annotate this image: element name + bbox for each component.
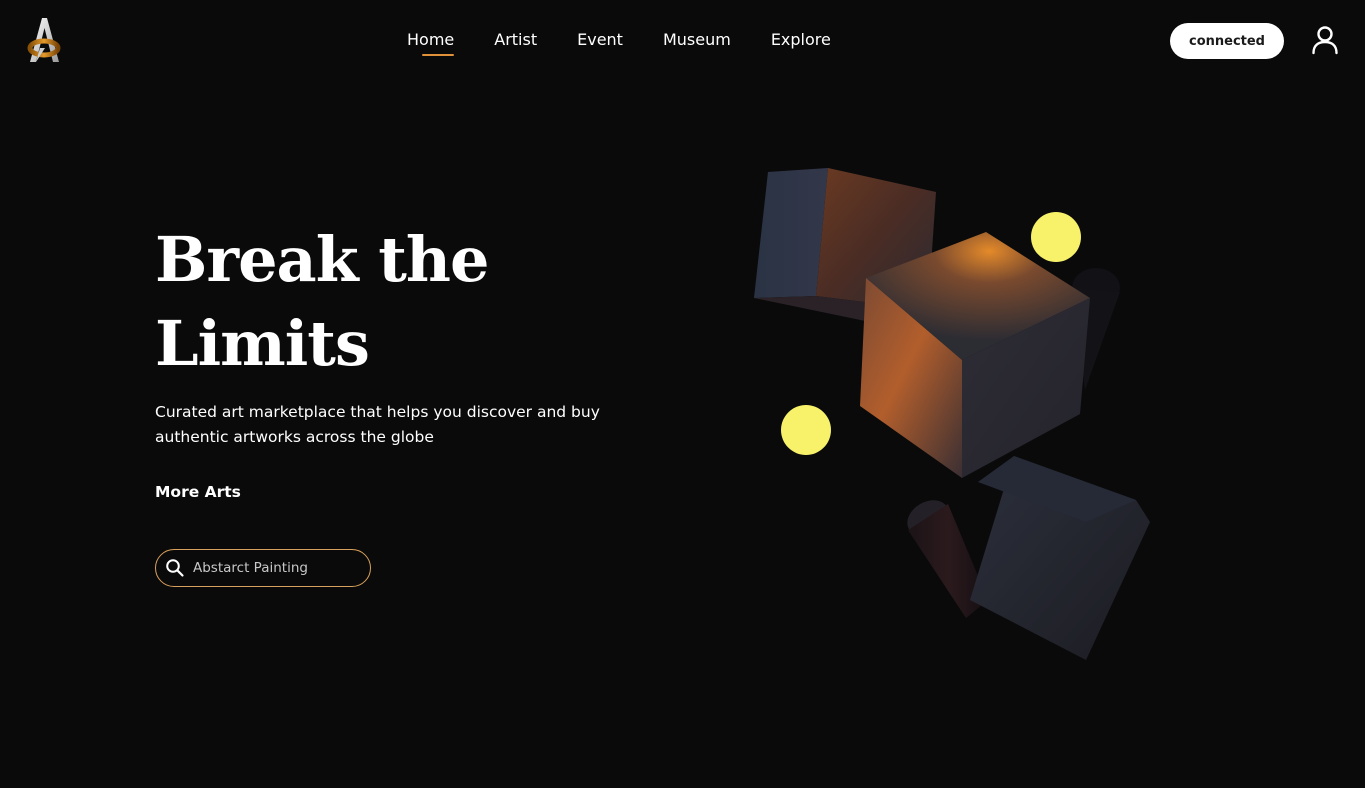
hero-subtitle-line-2: authentic artworks across the globe [155, 428, 434, 446]
more-arts-link[interactable]: More Arts [155, 483, 241, 501]
abstract-cubes-illustration [754, 168, 1150, 660]
nav-item-museum[interactable]: Museum [663, 28, 731, 56]
user-icon[interactable] [1310, 25, 1340, 55]
nav-item-home[interactable]: Home [407, 28, 455, 56]
hero-title: Break the Limits [155, 218, 595, 386]
hero-subtitle-line-1: Curated art marketplace that helps you d… [155, 403, 600, 421]
user-profile-icon [1312, 26, 1338, 55]
nav-item-explore[interactable]: Explore [771, 28, 831, 56]
main-nav: Home Artist Event Museum Explore [0, 28, 1365, 58]
nav-item-event[interactable]: Event [577, 28, 623, 56]
hero-title-line-1: Break the [155, 223, 489, 296]
hero-title-line-2: Limits [155, 307, 370, 380]
yellow-sphere [781, 405, 831, 455]
nav-item-artist[interactable]: Artist [494, 28, 537, 56]
yellow-sphere [1031, 212, 1081, 262]
nav-items: Home Artist Event Museum Explore [407, 28, 831, 56]
search-input[interactable] [193, 560, 363, 576]
hero-illustration [740, 160, 1170, 670]
search-icon [166, 559, 184, 577]
hero-subtitle: Curated art marketplace that helps you d… [155, 400, 635, 450]
connect-button[interactable]: connected [1170, 23, 1284, 59]
search-box[interactable] [155, 549, 371, 587]
